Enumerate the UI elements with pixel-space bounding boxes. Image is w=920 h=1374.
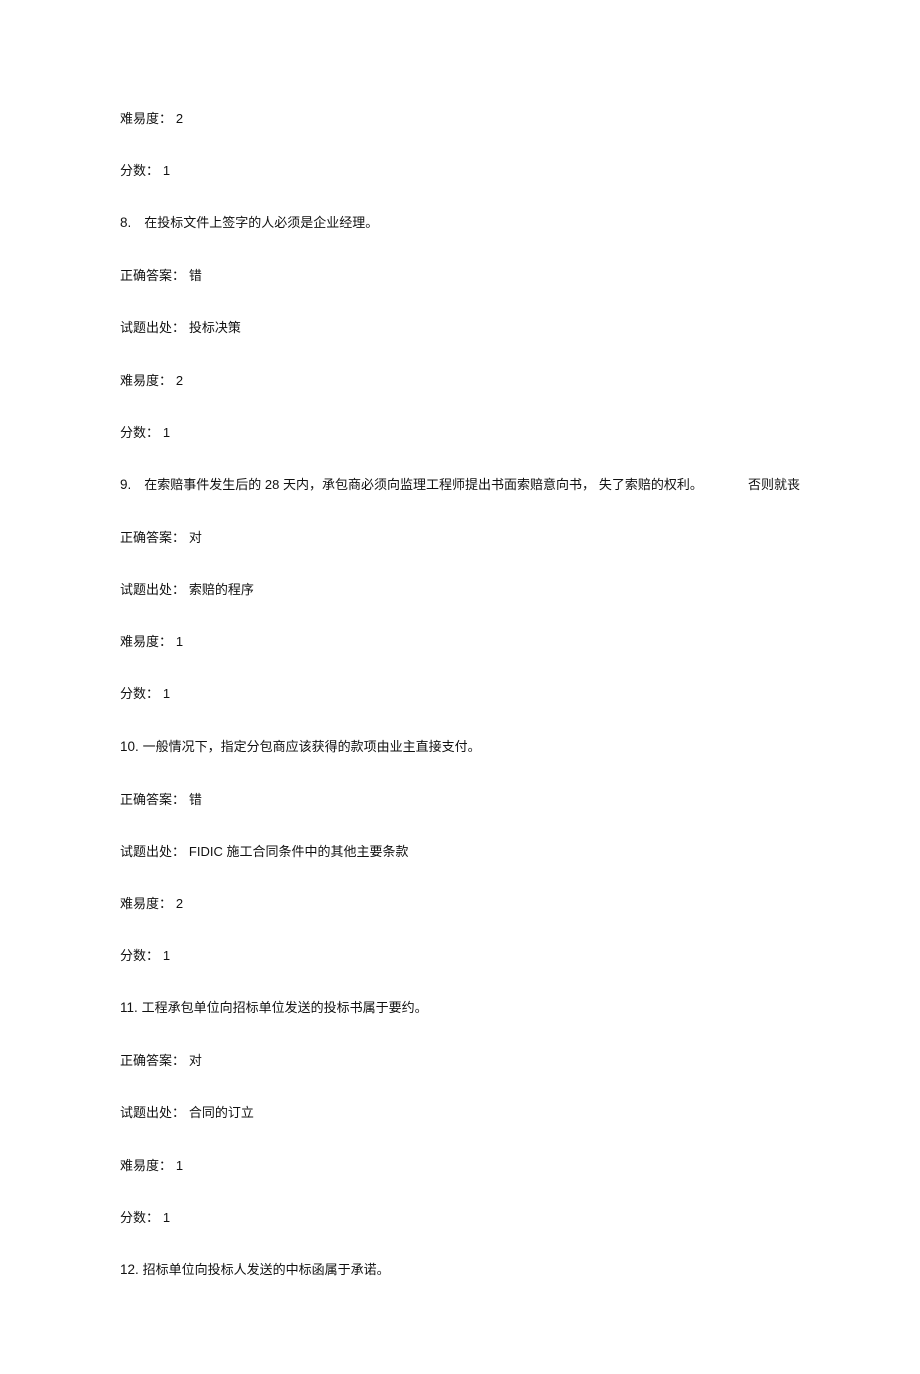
- answer-label: 正确答案：: [120, 530, 185, 545]
- difficulty-value: 2: [176, 373, 183, 388]
- q8-score: 分数： 1: [120, 424, 800, 442]
- question-text: 一般情况下，指定分包商应该获得的款项由业主直接支付。: [143, 739, 481, 754]
- source-value: 索赔的程序: [189, 582, 254, 597]
- question-number: 11.: [120, 1000, 138, 1015]
- difficulty-value: 1: [176, 1158, 183, 1173]
- q11-question: 11. 工程承包单位向招标单位发送的投标书属于要约。: [120, 999, 800, 1018]
- q9-score: 分数： 1: [120, 685, 800, 703]
- source-label: 试题出处：: [120, 844, 185, 859]
- answer-label: 正确答案：: [120, 792, 185, 807]
- source-value: 合同的订立: [189, 1105, 254, 1120]
- question-number: 8.: [120, 215, 131, 230]
- score-label: 分数：: [120, 425, 159, 440]
- question-text: 在投标文件上签字的人必须是企业经理。: [144, 215, 378, 230]
- question-text-right: 否则就丧: [718, 476, 800, 494]
- answer-value: 对: [189, 1053, 202, 1068]
- question-number: 10.: [120, 739, 139, 754]
- q10-answer: 正确答案： 错: [120, 791, 800, 809]
- difficulty-label: 难易度：: [120, 634, 172, 649]
- q8-difficulty: 难易度： 2: [120, 372, 800, 390]
- q7-difficulty: 难易度： 2: [120, 110, 800, 128]
- document-page: 难易度： 2 分数： 1 8. 在投标文件上签字的人必须是企业经理。 正确答案： 错 试…: [0, 0, 920, 1374]
- q11-difficulty: 难易度： 1: [120, 1157, 800, 1175]
- score-value: 1: [163, 1210, 170, 1225]
- source-value-b: 施工合同条件中的其他主要条款: [226, 844, 408, 859]
- question-text: 招标单位向投标人发送的中标函属于承诺。: [143, 1262, 390, 1277]
- question-number: 12.: [120, 1262, 139, 1277]
- source-label: 试题出处：: [120, 1105, 185, 1120]
- q10-score: 分数： 1: [120, 947, 800, 965]
- difficulty-label: 难易度：: [120, 373, 172, 388]
- score-value: 1: [163, 686, 170, 701]
- q10-source: 试题出处： FIDIC 施工合同条件中的其他主要条款: [120, 843, 800, 861]
- answer-label: 正确答案：: [120, 1053, 185, 1068]
- question-text-c: 天内，承包商必须向监理工程师提出书面索赔意向书，: [283, 477, 595, 492]
- answer-value: 错: [189, 268, 202, 283]
- question-left: 9. 在索赔事件发生后的 28 天内，承包商必须向监理工程师提出书面索赔意向书， 失…: [120, 476, 703, 495]
- score-value: 1: [163, 163, 170, 178]
- difficulty-label: 难易度：: [120, 896, 172, 911]
- difficulty-label: 难易度：: [120, 111, 172, 126]
- answer-value: 对: [189, 530, 202, 545]
- difficulty-value: 2: [176, 896, 183, 911]
- q11-answer: 正确答案： 对: [120, 1052, 800, 1070]
- question-text-a: 在索赔事件发生后的: [144, 477, 261, 492]
- answer-value: 错: [189, 792, 202, 807]
- score-label: 分数：: [120, 948, 159, 963]
- q8-answer: 正确答案： 错: [120, 267, 800, 285]
- score-label: 分数：: [120, 163, 159, 178]
- q12-question: 12. 招标单位向投标人发送的中标函属于承诺。: [120, 1261, 800, 1280]
- source-label: 试题出处：: [120, 320, 185, 335]
- question-text: 工程承包单位向招标单位发送的投标书属于要约。: [142, 1000, 428, 1015]
- source-value-a: FIDIC: [189, 844, 223, 859]
- source-value: 投标决策: [189, 320, 241, 335]
- q10-difficulty: 难易度： 2: [120, 895, 800, 913]
- score-label: 分数：: [120, 686, 159, 701]
- question-number: 9.: [120, 477, 131, 492]
- source-label: 试题出处：: [120, 582, 185, 597]
- difficulty-label: 难易度：: [120, 1158, 172, 1173]
- q11-source: 试题出处： 合同的订立: [120, 1104, 800, 1122]
- q9-source: 试题出处： 索赔的程序: [120, 581, 800, 599]
- question-text-num: 28: [265, 477, 279, 492]
- q9-difficulty: 难易度： 1: [120, 633, 800, 651]
- q8-question: 8. 在投标文件上签字的人必须是企业经理。: [120, 214, 800, 233]
- q9-answer: 正确答案： 对: [120, 529, 800, 547]
- score-value: 1: [163, 425, 170, 440]
- q11-score: 分数： 1: [120, 1209, 800, 1227]
- score-value: 1: [163, 948, 170, 963]
- score-label: 分数：: [120, 1210, 159, 1225]
- question-text-d: 失了索赔的权利。: [599, 477, 703, 492]
- q10-question: 10. 一般情况下，指定分包商应该获得的款项由业主直接支付。: [120, 738, 800, 757]
- difficulty-value: 1: [176, 634, 183, 649]
- difficulty-value: 2: [176, 111, 183, 126]
- q8-source: 试题出处： 投标决策: [120, 319, 800, 337]
- q9-question: 9. 在索赔事件发生后的 28 天内，承包商必须向监理工程师提出书面索赔意向书， 失…: [120, 476, 800, 495]
- answer-label: 正确答案：: [120, 268, 185, 283]
- q7-score: 分数： 1: [120, 162, 800, 180]
